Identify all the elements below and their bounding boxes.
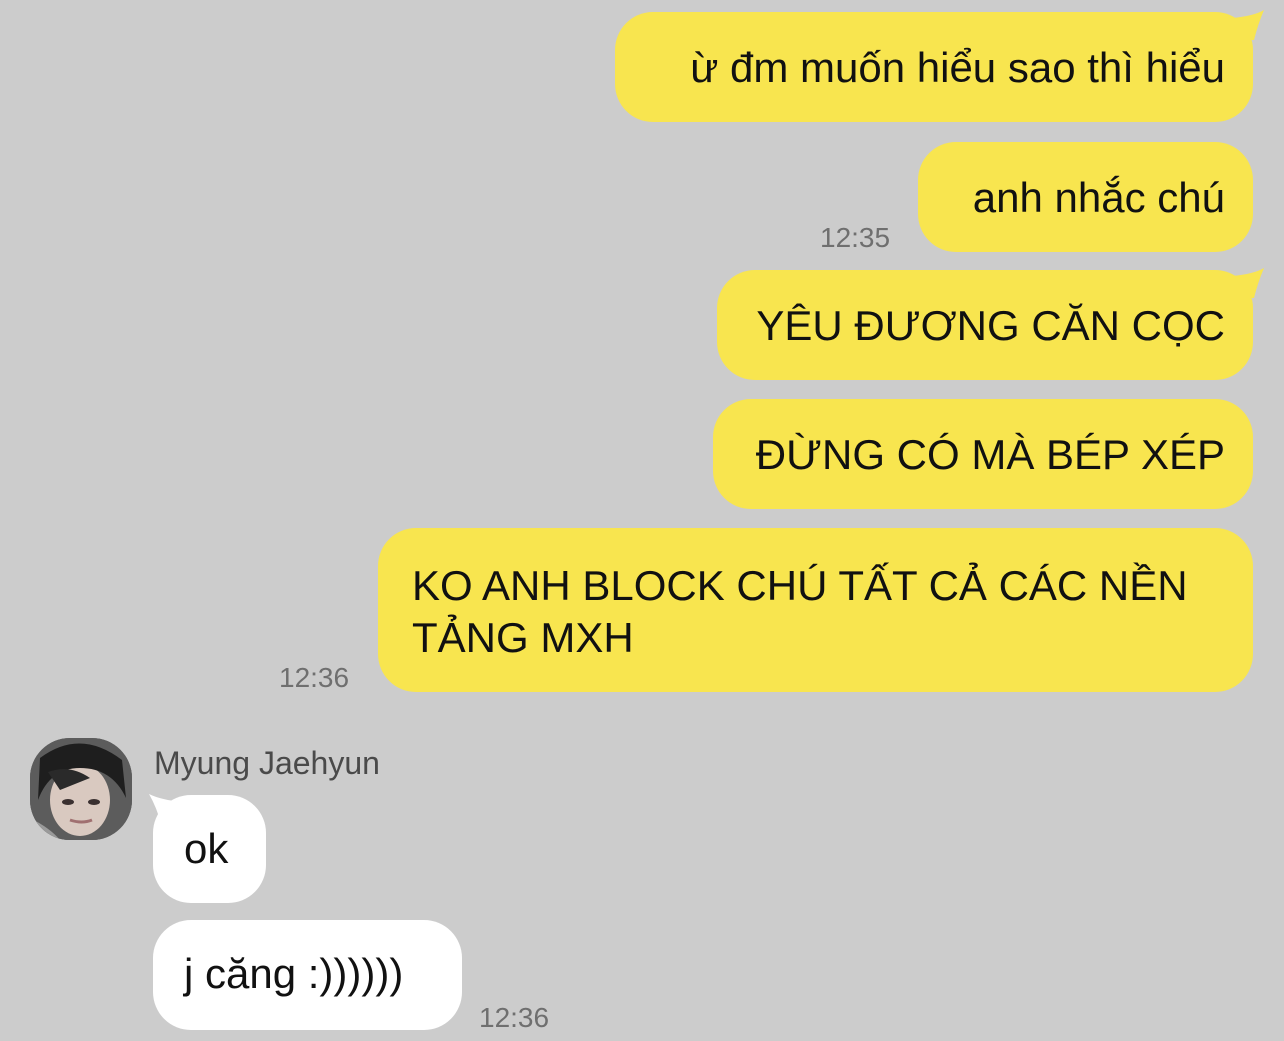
outgoing-message[interactable]: KO ANH BLOCK CHÚ TẤT CẢ CÁC NỀN TẢNG MXH bbox=[378, 528, 1253, 692]
message-text-line: KO ANH BLOCK CHÚ TẤT CẢ CÁC NỀN bbox=[412, 562, 1188, 609]
message-text: ừ đm muốn hiểu sao thì hiểu bbox=[690, 44, 1225, 91]
bubble-tail bbox=[1232, 268, 1264, 298]
bubble-tail bbox=[1232, 10, 1264, 40]
message-timestamp: 12:36 bbox=[279, 662, 350, 693]
incoming-message[interactable]: j căng :)))))) bbox=[153, 920, 462, 1030]
message-text: ĐỪNG CÓ MÀ BÉP XÉP bbox=[755, 431, 1225, 478]
outgoing-message[interactable]: YÊU ĐƯƠNG CĂN CỌC bbox=[717, 270, 1253, 380]
sender-name: Myung Jaehyun bbox=[154, 745, 380, 781]
contact-avatar[interactable] bbox=[30, 738, 132, 840]
message-text: anh nhắc chú bbox=[972, 174, 1225, 221]
outgoing-message[interactable]: anh nhắc chú bbox=[918, 142, 1253, 252]
message-text: YÊU ĐƯƠNG CĂN CỌC bbox=[756, 302, 1225, 349]
avatar-photo bbox=[30, 738, 132, 840]
message-timestamp: 12:36 bbox=[479, 1002, 550, 1033]
message-text: j căng :)))))) bbox=[184, 950, 404, 997]
message-text: ok bbox=[184, 825, 229, 872]
incoming-message[interactable]: ok bbox=[153, 795, 266, 903]
message-text-line: TẢNG MXH bbox=[412, 614, 634, 661]
outgoing-message[interactable]: ĐỪNG CÓ MÀ BÉP XÉP bbox=[713, 399, 1253, 509]
outgoing-message[interactable]: ừ đm muốn hiểu sao thì hiểu bbox=[615, 12, 1253, 122]
message-timestamp: 12:35 bbox=[820, 222, 891, 253]
